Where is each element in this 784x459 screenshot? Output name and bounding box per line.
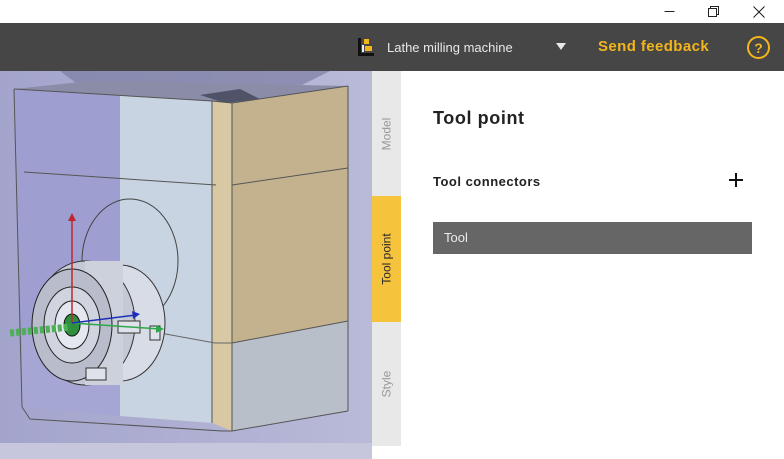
send-feedback-button[interactable]: Send feedback: [598, 23, 709, 71]
close-button[interactable]: [736, 0, 782, 23]
properties-panel: Tool point Tool connectors Tool: [401, 71, 784, 459]
tab-model[interactable]: Model: [372, 71, 401, 196]
panel-title: Tool point: [433, 108, 525, 128]
window-titlebar: [0, 0, 784, 23]
minimize-icon: [664, 11, 674, 12]
3d-viewport[interactable]: [0, 71, 372, 459]
tab-tool-point-label: Tool point: [379, 233, 394, 285]
plus-icon: [729, 173, 743, 187]
tab-style-label: Style: [379, 370, 394, 398]
machine-model-render: [0, 71, 372, 459]
tool-connectors-label: Tool connectors: [433, 174, 541, 189]
close-icon: [753, 5, 765, 18]
minimize-button[interactable]: [646, 0, 692, 23]
machine-icon: [358, 38, 374, 56]
side-tabs: Model Tool point Style: [372, 71, 401, 446]
tab-style[interactable]: Style: [372, 322, 401, 446]
add-connector-button[interactable]: [727, 171, 745, 189]
tab-tool-point[interactable]: Tool point: [372, 196, 401, 322]
restore-icon: [707, 6, 719, 17]
app-header: Lathe milling machine Send feedback ?: [0, 23, 784, 71]
machine-label: Lathe milling machine: [387, 39, 513, 55]
tabs-spacer: [372, 446, 401, 459]
help-button[interactable]: ?: [747, 36, 770, 59]
tab-model-label: Model: [379, 117, 394, 150]
machine-selector[interactable]: Lathe milling machine: [356, 23, 568, 71]
connector-item-tool[interactable]: Tool: [433, 222, 752, 254]
restore-button[interactable]: [690, 0, 736, 23]
chevron-down-icon: [556, 43, 566, 50]
